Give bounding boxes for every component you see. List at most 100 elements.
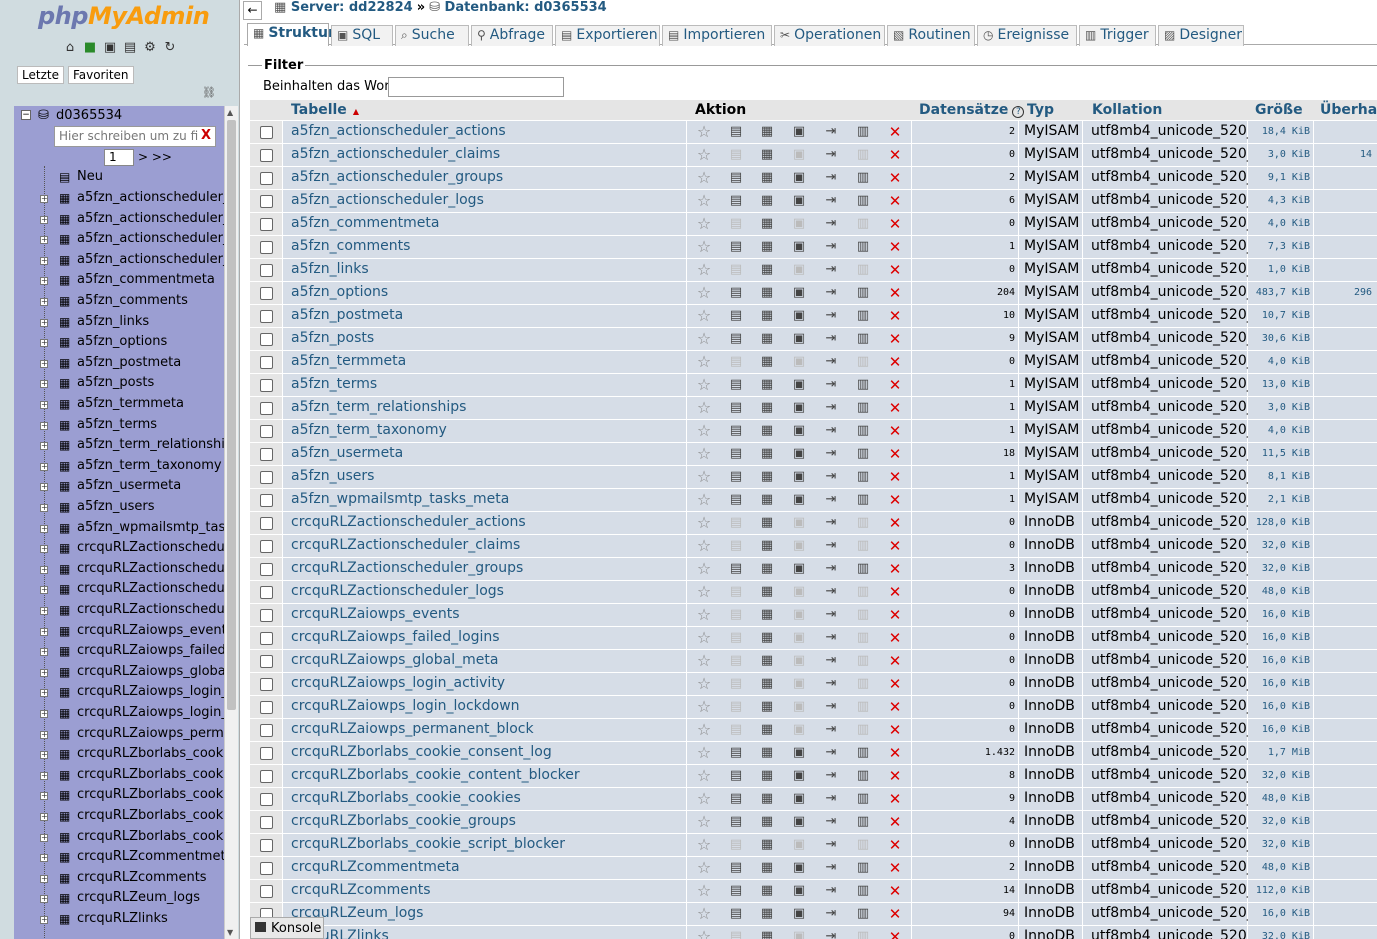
insert-icon[interactable]: ⇥ bbox=[823, 423, 839, 439]
structure-icon[interactable]: ▦ bbox=[759, 446, 775, 462]
favorite-star-icon[interactable]: ☆ bbox=[696, 262, 712, 278]
empty-icon[interactable]: ▥ bbox=[855, 814, 871, 830]
overhead-link[interactable] bbox=[1314, 443, 1377, 465]
drop-icon[interactable]: ✕ bbox=[887, 837, 903, 853]
size-link[interactable]: 7,3 KiB bbox=[1248, 236, 1313, 258]
search-icon[interactable]: ▣ bbox=[791, 837, 807, 853]
size-link[interactable]: 4,0 KiB bbox=[1248, 420, 1313, 442]
nav-table-item[interactable]: + ▦ a5fzn_commentmeta bbox=[40, 271, 224, 291]
drop-icon[interactable]: ✕ bbox=[887, 423, 903, 439]
tab-trigger[interactable]: ▥ Trigger bbox=[1079, 25, 1156, 46]
empty-icon[interactable]: ▥ bbox=[855, 722, 871, 738]
nav-table-item[interactable]: + ▦ a5fzn_wpmailsmtp_tasks bbox=[40, 519, 224, 539]
structure-icon[interactable]: ▦ bbox=[759, 239, 775, 255]
tab-routinen[interactable]: ▧ Routinen bbox=[887, 25, 975, 46]
search-icon[interactable]: ▣ bbox=[791, 492, 807, 508]
nav-table-item[interactable]: + ▦ crcquRLZactionscheduler bbox=[40, 601, 224, 621]
nav-table-item[interactable]: + ▦ a5fzn_actionscheduler_a bbox=[40, 189, 224, 209]
insert-icon[interactable]: ⇥ bbox=[823, 331, 839, 347]
row-checkbox[interactable] bbox=[260, 402, 273, 415]
overhead-link[interactable] bbox=[1314, 834, 1377, 856]
nav-db-label[interactable]: d0365534 bbox=[56, 108, 122, 123]
empty-icon[interactable]: ▥ bbox=[855, 515, 871, 531]
favorites-tab[interactable]: Favoriten bbox=[67, 66, 134, 84]
browse-icon[interactable]: ▤ bbox=[728, 354, 744, 370]
filter-input[interactable] bbox=[388, 77, 564, 97]
phpmyadmin-logo[interactable]: phpMyAdmin bbox=[38, 2, 210, 30]
drop-icon[interactable]: ✕ bbox=[887, 814, 903, 830]
row-checkbox[interactable] bbox=[260, 264, 273, 277]
row-checkbox[interactable] bbox=[260, 839, 273, 852]
insert-icon[interactable]: ⇥ bbox=[823, 722, 839, 738]
size-link[interactable]: 16,0 KiB bbox=[1248, 650, 1313, 672]
browse-icon[interactable]: ▤ bbox=[728, 216, 744, 232]
table-name-link[interactable]: a5fzn_term_relationships bbox=[291, 399, 466, 415]
drop-icon[interactable]: ✕ bbox=[887, 860, 903, 876]
clear-filter-icon[interactable]: X bbox=[201, 128, 211, 143]
nav-table-item[interactable]: + ▦ a5fzn_termmeta bbox=[40, 395, 224, 415]
favorite-star-icon[interactable]: ☆ bbox=[696, 607, 712, 623]
structure-icon[interactable]: ▦ bbox=[759, 791, 775, 807]
search-icon[interactable]: ▣ bbox=[791, 860, 807, 876]
browse-icon[interactable]: ▤ bbox=[728, 285, 744, 301]
row-checkbox[interactable] bbox=[260, 471, 273, 484]
table-name-link[interactable]: crcquRLZaiowps_login_lockdown bbox=[291, 698, 520, 714]
drop-icon[interactable]: ✕ bbox=[887, 676, 903, 692]
structure-icon[interactable]: ▦ bbox=[759, 561, 775, 577]
breadcrumb-server[interactable]: Server: dd22824 bbox=[291, 0, 413, 15]
search-icon[interactable]: ▣ bbox=[791, 423, 807, 439]
insert-icon[interactable]: ⇥ bbox=[823, 147, 839, 163]
empty-icon[interactable]: ▥ bbox=[855, 400, 871, 416]
structure-icon[interactable]: ▦ bbox=[759, 216, 775, 232]
overhead-link[interactable] bbox=[1314, 673, 1377, 695]
table-name-link[interactable]: a5fzn_term_taxonomy bbox=[291, 422, 447, 438]
insert-icon[interactable]: ⇥ bbox=[823, 768, 839, 784]
favorite-star-icon[interactable]: ☆ bbox=[696, 653, 712, 669]
overhead-link[interactable] bbox=[1314, 121, 1377, 143]
nav-table-item[interactable]: + ▦ a5fzn_usermeta bbox=[40, 477, 224, 497]
reload-icon[interactable]: ↻ bbox=[162, 40, 178, 56]
row-checkbox[interactable] bbox=[260, 149, 273, 162]
empty-icon[interactable]: ▥ bbox=[855, 837, 871, 853]
structure-icon[interactable]: ▦ bbox=[759, 400, 775, 416]
structure-icon[interactable]: ▦ bbox=[759, 147, 775, 163]
size-link[interactable]: 16,0 KiB bbox=[1248, 604, 1313, 626]
favorite-star-icon[interactable]: ☆ bbox=[696, 239, 712, 255]
overhead-link[interactable] bbox=[1314, 627, 1377, 649]
nav-table-item[interactable]: + ▦ a5fzn_actionscheduler_lc bbox=[40, 251, 224, 271]
row-checkbox[interactable] bbox=[260, 287, 273, 300]
nav-table-item[interactable]: + ▦ a5fzn_posts bbox=[40, 374, 224, 394]
row-checkbox[interactable] bbox=[260, 632, 273, 645]
insert-icon[interactable]: ⇥ bbox=[823, 860, 839, 876]
table-name-link[interactable]: crcquRLZborlabs_cookie_script_blocker bbox=[291, 836, 565, 852]
overhead-link[interactable] bbox=[1314, 926, 1377, 939]
size-link[interactable]: 32,0 KiB bbox=[1248, 834, 1313, 856]
favorite-star-icon[interactable]: ☆ bbox=[696, 515, 712, 531]
help-icon[interactable]: ▣ bbox=[102, 40, 118, 56]
drop-icon[interactable]: ✕ bbox=[887, 561, 903, 577]
overhead-link[interactable] bbox=[1314, 742, 1377, 764]
table-name-link[interactable]: a5fzn_users bbox=[291, 468, 374, 484]
table-name-link[interactable]: a5fzn_options bbox=[291, 284, 388, 300]
overhead-link[interactable] bbox=[1314, 788, 1377, 810]
favorite-star-icon[interactable]: ☆ bbox=[696, 561, 712, 577]
nav-table-item[interactable]: + ▦ crcquRLZcommentmeta bbox=[40, 848, 224, 868]
nav-table-item[interactable]: + ▦ a5fzn_postmeta bbox=[40, 354, 224, 374]
structure-icon[interactable]: ▦ bbox=[759, 837, 775, 853]
tab-struktur[interactable]: ▦ Struktur bbox=[247, 23, 335, 46]
row-checkbox[interactable] bbox=[260, 770, 273, 783]
col-overhead-header[interactable]: Überhang bbox=[1320, 102, 1377, 118]
drop-icon[interactable]: ✕ bbox=[887, 745, 903, 761]
row-checkbox[interactable] bbox=[260, 172, 273, 185]
browse-icon[interactable]: ▤ bbox=[728, 837, 744, 853]
drop-icon[interactable]: ✕ bbox=[887, 492, 903, 508]
expand-icon[interactable]: + bbox=[40, 710, 48, 718]
drop-icon[interactable]: ✕ bbox=[887, 170, 903, 186]
empty-icon[interactable]: ▥ bbox=[855, 538, 871, 554]
overhead-link[interactable] bbox=[1314, 880, 1377, 902]
table-name-link[interactable]: a5fzn_postmeta bbox=[291, 307, 403, 323]
nav-db-node[interactable]: − ⛁ d0365534 bbox=[14, 106, 224, 126]
favorite-star-icon[interactable]: ☆ bbox=[696, 883, 712, 899]
search-icon[interactable]: ▣ bbox=[791, 331, 807, 347]
structure-icon[interactable]: ▦ bbox=[759, 814, 775, 830]
